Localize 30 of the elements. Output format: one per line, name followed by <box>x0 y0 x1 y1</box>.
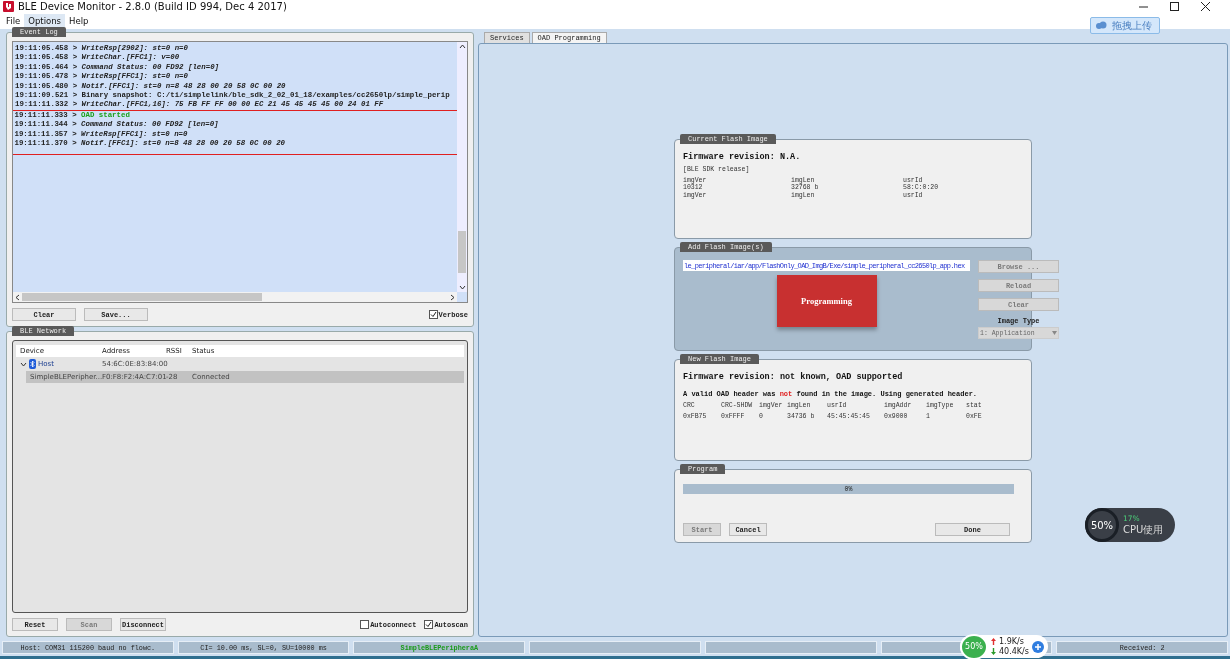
firmware-revision: Firmware revision: N.A. <box>683 152 802 162</box>
checkmark-icon <box>429 311 437 318</box>
cpu-label: CPU使用 <box>1123 522 1164 537</box>
overlay-label: Programming <box>801 296 852 306</box>
scroll-up-icon[interactable] <box>458 44 466 49</box>
dropdown-caret-icon <box>1052 331 1057 335</box>
upload-button[interactable]: 拖拽上传 <box>1090 17 1160 34</box>
down-arrow-icon <box>991 648 996 655</box>
expand-caret-icon[interactable] <box>20 361 27 367</box>
window-title: BLE Device Monitor - 2.8.0 (Build ID 994, Dec 4 2017) <box>18 1 287 12</box>
vertical-scrollbar[interactable] <box>457 42 467 292</box>
checkmark-icon <box>425 621 433 628</box>
scroll-left-icon[interactable] <box>15 293 20 301</box>
up-arrow-icon <box>991 638 996 645</box>
cloud-icon <box>1095 21 1107 30</box>
download-speed: 40.4K/s <box>999 646 1029 657</box>
maximize-icon[interactable] <box>1170 2 1179 11</box>
menu-item[interactable]: Help <box>65 14 93 28</box>
cpu-load: 50% <box>1085 508 1119 542</box>
plus-icon[interactable] <box>1031 640 1044 653</box>
upload-speed: 1.9K/s <box>999 636 1024 647</box>
bluetooth-icon <box>29 359 36 369</box>
menu-item[interactable]: Options <box>24 14 66 28</box>
firmware-revision: Firmware revision: not known, OAD supported <box>683 372 904 382</box>
scroll-thumb[interactable] <box>458 231 466 273</box>
scroll-right-icon[interactable] <box>450 293 455 301</box>
menu-item[interactable]: File <box>2 14 25 28</box>
close-icon[interactable] <box>1201 2 1210 11</box>
scroll-down-icon[interactable] <box>458 285 466 290</box>
horizontal-scrollbar[interactable] <box>13 292 457 302</box>
